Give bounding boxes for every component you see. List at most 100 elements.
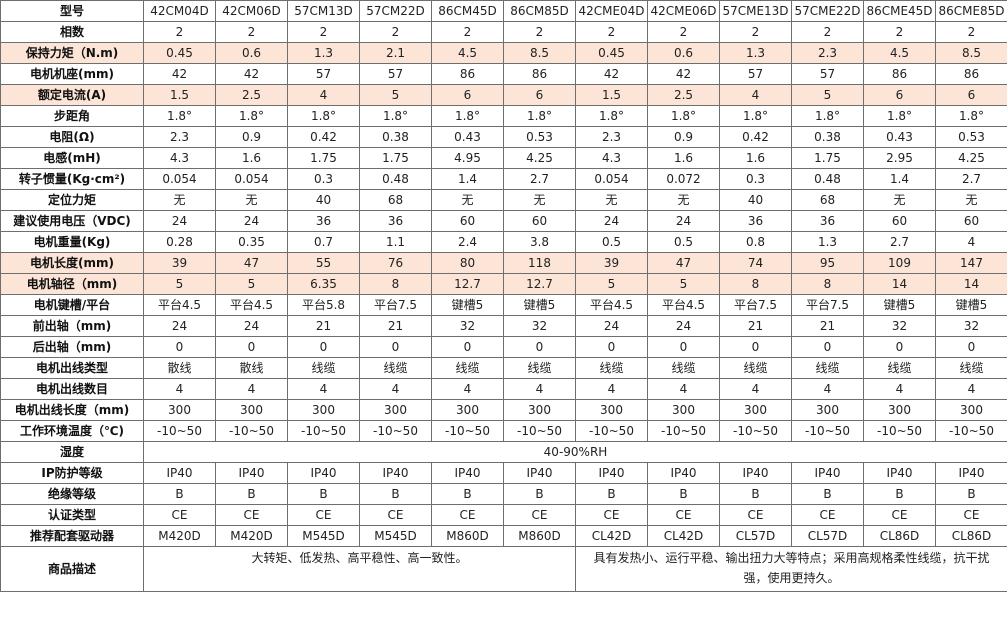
value-cell: B (215, 483, 288, 505)
value-cell: 线缆 (575, 357, 648, 379)
value-cell: CL42D (647, 525, 720, 547)
value-cell: 1.6 (719, 147, 792, 169)
value-cell: 1.5 (575, 84, 648, 106)
value-cell: 5 (215, 273, 288, 295)
row-label: 绝缘等级 (0, 483, 144, 505)
value-cell: 2 (935, 21, 1007, 43)
spec-table: 型号 42CM04D 42CM06D 57CM13D 57CM22D 86CM4… (0, 0, 1007, 592)
value-cell: 300 (575, 399, 648, 421)
value-cell: 55 (287, 252, 360, 274)
value-cell: 40 (719, 189, 792, 211)
value-cell: 6 (431, 84, 504, 106)
value-cell: 300 (791, 399, 864, 421)
value-cell: 3.8 (503, 231, 576, 253)
value-cell: 39 (143, 252, 216, 274)
value-cell: 线缆 (719, 357, 792, 379)
value-cell: 0 (719, 336, 792, 358)
value-cell: 2 (359, 21, 432, 43)
value-cell: 1.8° (287, 105, 360, 127)
value-cell: 2 (647, 21, 720, 43)
value-cell: 平台7.5 (791, 294, 864, 316)
value-cell: 0 (791, 336, 864, 358)
value-cell: 2.1 (359, 42, 432, 64)
value-cell: 0 (359, 336, 432, 358)
value-cell: 0.054 (143, 168, 216, 190)
value-cell: -10~50 (647, 420, 720, 442)
spec-row: 相数 2 2 2 2 2 2 2 2 2 2 2 2 (0, 21, 1007, 43)
model-cell: 42CM04D (143, 0, 216, 22)
model-cell: 57CME22D (791, 0, 864, 22)
value-cell: 24 (215, 315, 288, 337)
value-cell: 2 (575, 21, 648, 43)
value-cell: 键槽5 (503, 294, 576, 316)
value-cell: 14 (935, 273, 1007, 295)
value-cell: 4 (287, 378, 360, 400)
value-cell: CL57D (719, 525, 792, 547)
value-cell: 8.5 (503, 42, 576, 64)
row-label: 电机出线数目 (0, 378, 144, 400)
value-cell: 平台4.5 (143, 294, 216, 316)
value-cell: -10~50 (143, 420, 216, 442)
value-cell: IP40 (935, 462, 1007, 484)
row-label: 额定电流(A) (0, 84, 144, 106)
row-label: 电机重量(Kg) (0, 231, 144, 253)
value-cell: 0.6 (215, 42, 288, 64)
row-label: 步距角 (0, 105, 144, 127)
row-label: 电阻(Ω) (0, 126, 144, 148)
value-cell: 300 (287, 399, 360, 421)
value-cell: 2 (143, 21, 216, 43)
value-cell: 300 (647, 399, 720, 421)
value-cell: 0 (287, 336, 360, 358)
value-cell: 47 (647, 252, 720, 274)
value-cell: 1.8° (863, 105, 936, 127)
value-cell: 24 (647, 210, 720, 232)
value-cell: CE (215, 504, 288, 526)
value-cell: 42 (575, 63, 648, 85)
value-cell: 2 (863, 21, 936, 43)
spec-row: 保持力矩（N.m) 0.45 0.6 1.3 2.1 4.5 8.5 0.45 0.6 1.3 2.… (0, 42, 1007, 64)
spec-row: 电机出线类型 散线 散线 线缆 线缆 线缆 线缆 线缆 线缆 线缆 线缆 线缆 线缆 (0, 357, 1007, 379)
value-cell: IP40 (719, 462, 792, 484)
value-cell: 0.3 (287, 168, 360, 190)
value-cell: CL42D (575, 525, 648, 547)
value-cell: 24 (215, 210, 288, 232)
value-cell: CE (719, 504, 792, 526)
value-cell: 300 (863, 399, 936, 421)
value-cell: -10~50 (503, 420, 576, 442)
row-label: 工作环境温度（℃) (0, 420, 144, 442)
value-cell: 0.48 (791, 168, 864, 190)
spec-row: 电机出线数目 4 4 4 4 4 4 4 4 4 4 4 4 (0, 378, 1007, 400)
value-cell: 平台7.5 (719, 294, 792, 316)
value-cell: 76 (359, 252, 432, 274)
value-cell: 1.75 (287, 147, 360, 169)
spec-row: 绝缘等级 B B B B B B B B B B B B (0, 483, 1007, 505)
value-cell: 80 (431, 252, 504, 274)
row-label: 电机轴径（mm) (0, 273, 144, 295)
value-cell: 0.35 (215, 231, 288, 253)
value-cell: 2.3 (143, 126, 216, 148)
value-cell: B (575, 483, 648, 505)
value-cell: 1.6 (215, 147, 288, 169)
value-cell: 线缆 (359, 357, 432, 379)
value-cell: 0 (575, 336, 648, 358)
spec-row: 定位力矩无无 40 68 无无无无 40 68 无无 (0, 189, 1007, 211)
row-label: 电机出线类型 (0, 357, 144, 379)
row-label: 认证类型 (0, 504, 144, 526)
value-cell: M545D (287, 525, 360, 547)
value-cell: 42 (143, 63, 216, 85)
value-cell: CE (647, 504, 720, 526)
value-cell: 74 (719, 252, 792, 274)
value-cell: 2 (215, 21, 288, 43)
value-cell: 86 (863, 63, 936, 85)
value-cell: 12.7 (503, 273, 576, 295)
value-cell: 2.5 (215, 84, 288, 106)
value-cell: 0.072 (647, 168, 720, 190)
value-cell: 0.6 (647, 42, 720, 64)
model-cell: 86CM85D (503, 0, 576, 22)
value-cell: 2.7 (503, 168, 576, 190)
row-label: 推荐配套驱动器 (0, 525, 144, 547)
value-cell: -10~50 (863, 420, 936, 442)
value-cell: 4 (503, 378, 576, 400)
value-cell: 57 (287, 63, 360, 85)
value-cell: 4 (719, 378, 792, 400)
